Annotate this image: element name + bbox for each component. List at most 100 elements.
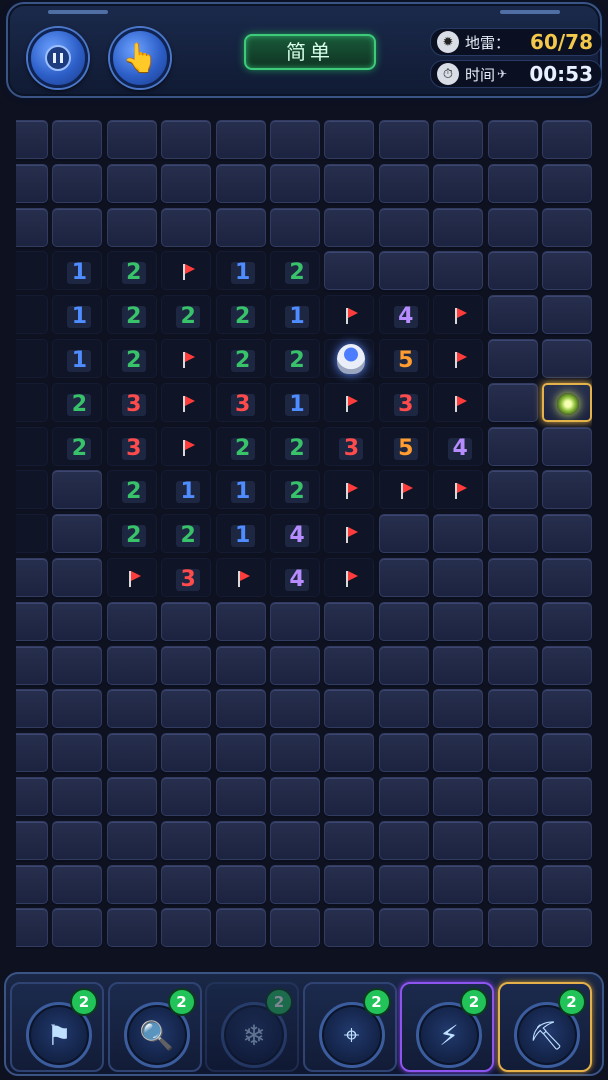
number-cell[interactable]: 1 [161,470,212,510]
covered-cell[interactable] [324,645,375,685]
covered-cell[interactable] [487,163,538,203]
covered-cell[interactable] [215,864,266,904]
covered-cell[interactable] [161,689,212,729]
number-cell[interactable]: 5 [378,339,429,378]
number-cell[interactable]: 4 [378,295,429,335]
covered-cell[interactable] [378,864,429,904]
covered-cell[interactable] [487,689,538,729]
covered-cell[interactable] [542,689,592,729]
covered-cell[interactable] [161,733,212,773]
covered-cell[interactable] [487,514,538,554]
flagged-cell[interactable] [215,558,266,597]
covered-cell[interactable] [378,251,429,291]
covered-cell[interactable] [106,733,157,773]
covered-cell[interactable] [270,689,320,729]
flagged-cell[interactable] [161,382,212,422]
covered-cell[interactable] [270,163,320,203]
covered-cell[interactable] [433,558,484,597]
covered-cell[interactable] [52,645,103,685]
covered-cell[interactable] [324,689,375,729]
covered-cell[interactable] [52,864,103,904]
covered-cell[interactable] [161,864,212,904]
number-cell[interactable]: 2 [270,251,320,291]
number-cell[interactable]: 1 [52,295,103,335]
covered-cell[interactable] [324,864,375,904]
covered-cell[interactable] [378,207,429,247]
covered-cell[interactable] [16,820,48,860]
covered-cell[interactable] [52,120,103,159]
covered-cell[interactable] [378,514,429,554]
covered-cell[interactable] [215,601,266,641]
covered-cell[interactable] [161,601,212,641]
magnifier-tool-button[interactable]: 🔍 2 [107,982,202,1072]
covered-cell[interactable] [106,908,157,948]
covered-cell[interactable] [487,777,538,816]
covered-cell[interactable] [542,777,592,816]
covered-cell[interactable] [433,207,484,247]
covered-cell[interactable] [161,777,212,816]
covered-cell[interactable] [487,207,538,247]
covered-cell[interactable] [433,120,484,159]
covered-cell[interactable] [487,820,538,860]
covered-cell[interactable] [106,689,157,729]
number-cell[interactable]: 3 [106,382,157,422]
covered-cell[interactable] [52,207,103,247]
covered-cell[interactable] [52,514,103,554]
number-cell[interactable]: 1 [215,470,266,510]
number-cell[interactable]: 3 [161,558,212,597]
covered-cell[interactable] [324,601,375,641]
covered-cell[interactable] [433,645,484,685]
covered-cell[interactable] [52,908,103,948]
covered-cell[interactable] [16,908,48,948]
covered-cell[interactable] [16,864,48,904]
flagged-cell[interactable] [324,295,375,335]
covered-cell[interactable] [52,558,103,597]
revealed-cell[interactable] [16,339,48,378]
covered-cell[interactable] [270,120,320,159]
number-cell[interactable]: 2 [270,339,320,378]
covered-cell[interactable] [433,163,484,203]
revealed-cell[interactable] [16,295,48,335]
covered-cell[interactable] [487,558,538,597]
covered-cell[interactable] [16,601,48,641]
number-cell[interactable]: 1 [52,339,103,378]
shovel-tool-button[interactable]: ⛏ 2 [497,982,592,1072]
covered-cell[interactable] [324,908,375,948]
covered-cell[interactable] [542,339,592,378]
covered-cell[interactable] [378,645,429,685]
covered-cell[interactable] [106,864,157,904]
covered-cell[interactable] [270,601,320,641]
covered-cell[interactable] [270,645,320,685]
covered-cell[interactable] [324,777,375,816]
number-cell[interactable]: 1 [215,514,266,554]
covered-cell[interactable] [324,163,375,203]
covered-cell[interactable] [52,689,103,729]
flagged-cell[interactable] [433,295,484,335]
covered-cell[interactable] [378,733,429,773]
covered-cell[interactable] [378,820,429,860]
covered-cell[interactable] [542,908,592,948]
covered-cell[interactable] [161,820,212,860]
covered-cell[interactable] [270,207,320,247]
number-cell[interactable]: 4 [433,426,484,466]
covered-cell[interactable] [16,120,48,159]
covered-cell[interactable] [215,645,266,685]
covered-cell[interactable] [52,601,103,641]
covered-cell[interactable] [487,251,538,291]
covered-cell[interactable] [16,733,48,773]
covered-cell[interactable] [215,163,266,203]
covered-cell[interactable] [487,120,538,159]
flagged-cell[interactable] [433,470,484,510]
covered-cell[interactable] [487,733,538,773]
revealed-cell[interactable] [16,470,48,510]
flagged-cell[interactable] [324,382,375,422]
covered-cell[interactable] [433,601,484,641]
astronaut-cell[interactable] [324,339,375,378]
number-cell[interactable]: 3 [378,382,429,422]
covered-cell[interactable] [324,207,375,247]
covered-cell[interactable] [324,820,375,860]
covered-cell[interactable] [52,733,103,773]
covered-cell[interactable] [542,470,592,510]
hint-button[interactable]: 👆 [110,28,170,88]
covered-cell[interactable] [16,777,48,816]
